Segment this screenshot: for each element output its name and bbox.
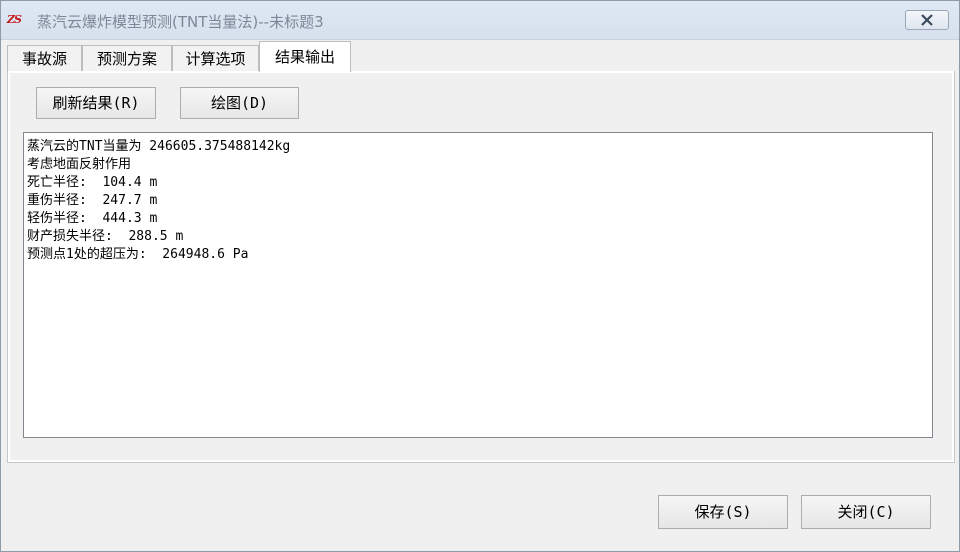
tab-bar: 事故源 预测方案 计算选项 结果输出 — [7, 41, 955, 72]
close-icon — [921, 14, 933, 26]
tab-prediction-plan[interactable]: 预测方案 — [82, 45, 172, 71]
result-line: 重伤半径: 247.7 m — [27, 193, 158, 208]
title-bar: ZS 蒸汽云爆炸模型预测(TNT当量法)--未标题3 — [1, 1, 959, 40]
result-line: 死亡半径: 104.4 m — [27, 175, 158, 190]
app-logo-icon: ZS — [7, 13, 22, 26]
result-line: 预测点1处的超压为: 264948.6 Pa — [27, 247, 249, 262]
tab-result-output[interactable]: 结果输出 — [259, 41, 351, 72]
save-button[interactable]: 保存(S) — [658, 495, 788, 529]
tab-accident-source[interactable]: 事故源 — [7, 45, 82, 71]
results-textarea[interactable]: 蒸汽云的TNT当量为 246605.375488142kg 考虑地面反射作用 死… — [23, 132, 933, 438]
result-line: 考虑地面反射作用 — [27, 157, 132, 172]
window-title: 蒸汽云爆炸模型预测(TNT当量法)--未标题3 — [37, 13, 324, 31]
main-window: ZS 蒸汽云爆炸模型预测(TNT当量法)--未标题3 事故源 预测方案 计算选项… — [0, 0, 960, 552]
result-line: 财产损失半径: 288.5 m — [27, 229, 184, 244]
window-close-button[interactable] — [905, 10, 949, 30]
plot-button[interactable]: 绘图(D) — [180, 87, 299, 119]
result-line: 轻伤半径: 444.3 m — [27, 211, 158, 226]
close-button[interactable]: 关闭(C) — [801, 495, 931, 529]
tab-calc-options[interactable]: 计算选项 — [172, 45, 259, 71]
refresh-results-button[interactable]: 刷新结果(R) — [36, 87, 156, 119]
result-line: 蒸汽云的TNT当量为 246605.375488142kg — [27, 139, 291, 154]
